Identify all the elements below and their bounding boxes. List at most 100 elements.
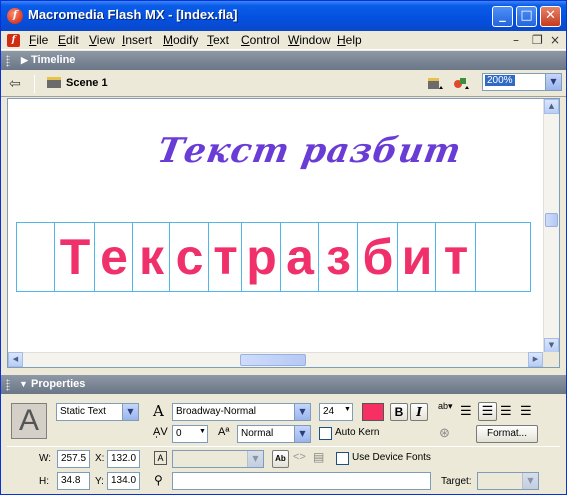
horizontal-scroll-thumb[interactable] [240, 354, 306, 366]
timeline-title: Timeline [31, 54, 76, 66]
text-type-value: Static Text [60, 406, 106, 417]
width-field[interactable]: 257.5 [57, 450, 90, 468]
show-border-icon[interactable]: ▤ [313, 450, 324, 464]
align-justify-icon[interactable]: ☰ [520, 403, 532, 419]
vertical-scrollbar[interactable]: ▲ ▼ [543, 99, 559, 353]
menu-edit[interactable]: Edit [58, 33, 79, 47]
chevron-down-icon[interactable]: ▼ [545, 74, 561, 90]
grip-icon[interactable] [6, 55, 10, 67]
menu-text[interactable]: Text [207, 33, 229, 47]
properties-title: Properties [31, 378, 86, 390]
render-html-icon[interactable]: Ab [272, 450, 289, 468]
chevron-down-icon[interactable]: ▼ [294, 404, 310, 420]
align-right-icon[interactable]: ☰ [500, 403, 512, 419]
edit-symbols-icon[interactable] [453, 76, 469, 90]
auto-kern-label: Auto Kern [335, 427, 380, 438]
format-button[interactable]: Format... [476, 425, 538, 443]
menu-control[interactable]: Control [241, 33, 280, 47]
doc-close-icon[interactable]: × [550, 33, 560, 47]
char-spacing-value: 0 [176, 428, 182, 439]
letter-cell[interactable]: р [242, 223, 281, 291]
font-size-value: 24 [323, 406, 335, 417]
separator [34, 75, 35, 93]
letter-cell[interactable]: к [133, 223, 170, 291]
scene-name[interactable]: Scene 1 [66, 77, 108, 89]
scene-clapper-icon [47, 77, 61, 88]
maximize-button[interactable]: □ [516, 6, 537, 27]
url-link-field[interactable] [172, 472, 431, 490]
menu-window[interactable]: Window [288, 33, 331, 47]
letter-glyph: а [286, 229, 314, 285]
horizontal-scrollbar[interactable]: ◀ ▶ [8, 352, 543, 367]
collapse-down-icon[interactable]: ▼ [19, 379, 28, 389]
back-arrow-icon[interactable]: ⇦ [9, 76, 21, 92]
minimize-button[interactable]: _ [492, 6, 513, 27]
y-field[interactable]: 134.0 [107, 472, 140, 490]
letter-cell[interactable]: т [436, 223, 476, 291]
letter-cell[interactable]: з [319, 223, 358, 291]
selectable-icon[interactable]: A [154, 451, 167, 465]
title-bar[interactable]: f Macromedia Flash MX - [Index.fla] _ □ … [1, 1, 566, 31]
letter-glyph: р [246, 229, 277, 285]
scroll-down-icon[interactable]: ▼ [544, 338, 559, 353]
text-color-swatch[interactable] [362, 403, 384, 421]
window-title: Macromedia Flash MX - [Index.fla] [28, 7, 238, 22]
html-tags-icon[interactable]: <> [293, 451, 306, 463]
width-value: 257.5 [61, 453, 87, 464]
letter-cell[interactable]: и [398, 223, 436, 291]
menu-file[interactable]: File [29, 33, 48, 47]
letter-cell[interactable]: б [358, 223, 398, 291]
letter-glyph: т [443, 229, 469, 285]
use-device-fonts-label: Use Device Fonts [352, 452, 431, 463]
letter-cell[interactable]: е [95, 223, 133, 291]
spacing-dropdown-icon[interactable]: ▼ [199, 428, 206, 435]
x-field[interactable]: 132.0 [107, 450, 140, 468]
auto-kern-checkbox[interactable] [319, 427, 332, 440]
use-device-fonts-checkbox[interactable] [336, 452, 349, 465]
collapse-right-icon[interactable]: ▶ [21, 55, 28, 66]
chevron-down-icon: ▼ [522, 473, 538, 489]
edit-scene-icon[interactable] [427, 76, 443, 90]
baseline-value: Normal [241, 428, 274, 439]
script-text-object[interactable]: Текст разбит [154, 131, 464, 171]
scroll-left-icon[interactable]: ◀ [8, 352, 23, 367]
properties-header[interactable]: ▼ Properties [1, 375, 566, 394]
letter-cell[interactable]: т [209, 223, 242, 291]
target-label: Target: [441, 476, 472, 487]
doc-restore-icon[interactable]: ❐ [532, 33, 543, 47]
grip-icon[interactable] [6, 379, 10, 391]
scroll-up-icon[interactable]: ▲ [544, 99, 559, 114]
menu-modify[interactable]: Modify [163, 33, 198, 47]
vertical-scroll-thumb[interactable] [545, 213, 558, 227]
close-button[interactable]: ✕ [540, 6, 561, 27]
chevron-down-icon[interactable]: ▼ [294, 426, 310, 442]
timeline-header[interactable]: ▶ Timeline [1, 51, 566, 70]
stage-canvas[interactable]: Текст разбит Текстразбит ▲ ▼ ◀ ▶ [7, 98, 560, 368]
align-center-icon[interactable]: ☰ [478, 402, 497, 421]
size-dropdown-icon[interactable]: ▼ [344, 406, 351, 413]
x-value: 132.0 [111, 453, 137, 464]
h-label: H: [39, 476, 49, 487]
letter-cell[interactable]: Т [55, 223, 95, 291]
document-icon[interactable]: f [7, 34, 20, 47]
link-icon: ⚲ [154, 473, 163, 487]
menu-view[interactable]: View [89, 33, 115, 47]
bold-button[interactable]: B [390, 403, 408, 421]
divider [7, 446, 560, 447]
align-left-icon[interactable]: ☰ [460, 403, 472, 419]
letter-cell[interactable]: а [281, 223, 319, 291]
menu-insert[interactable]: Insert [122, 33, 152, 47]
zoom-select[interactable]: 200% ▼ [482, 73, 562, 91]
broken-text-group[interactable]: Текстразбит [16, 222, 531, 292]
menu-bar: f File Edit View Insert Modify Text Control Win… [1, 31, 566, 50]
letter-cell[interactable]: с [170, 223, 209, 291]
italic-button[interactable]: I [410, 403, 428, 421]
height-value: 34.8 [61, 475, 81, 486]
chevron-down-icon[interactable]: ▼ [122, 404, 138, 420]
text-direction-icon[interactable]: ab▾ [438, 401, 453, 412]
scroll-right-icon[interactable]: ▶ [528, 352, 543, 367]
height-field[interactable]: 34.8 [57, 472, 90, 490]
menu-help[interactable]: Help [337, 33, 362, 47]
font-select[interactable]: Broadway-Normal [172, 403, 311, 421]
doc-minimize-icon[interactable]: – [513, 33, 519, 47]
